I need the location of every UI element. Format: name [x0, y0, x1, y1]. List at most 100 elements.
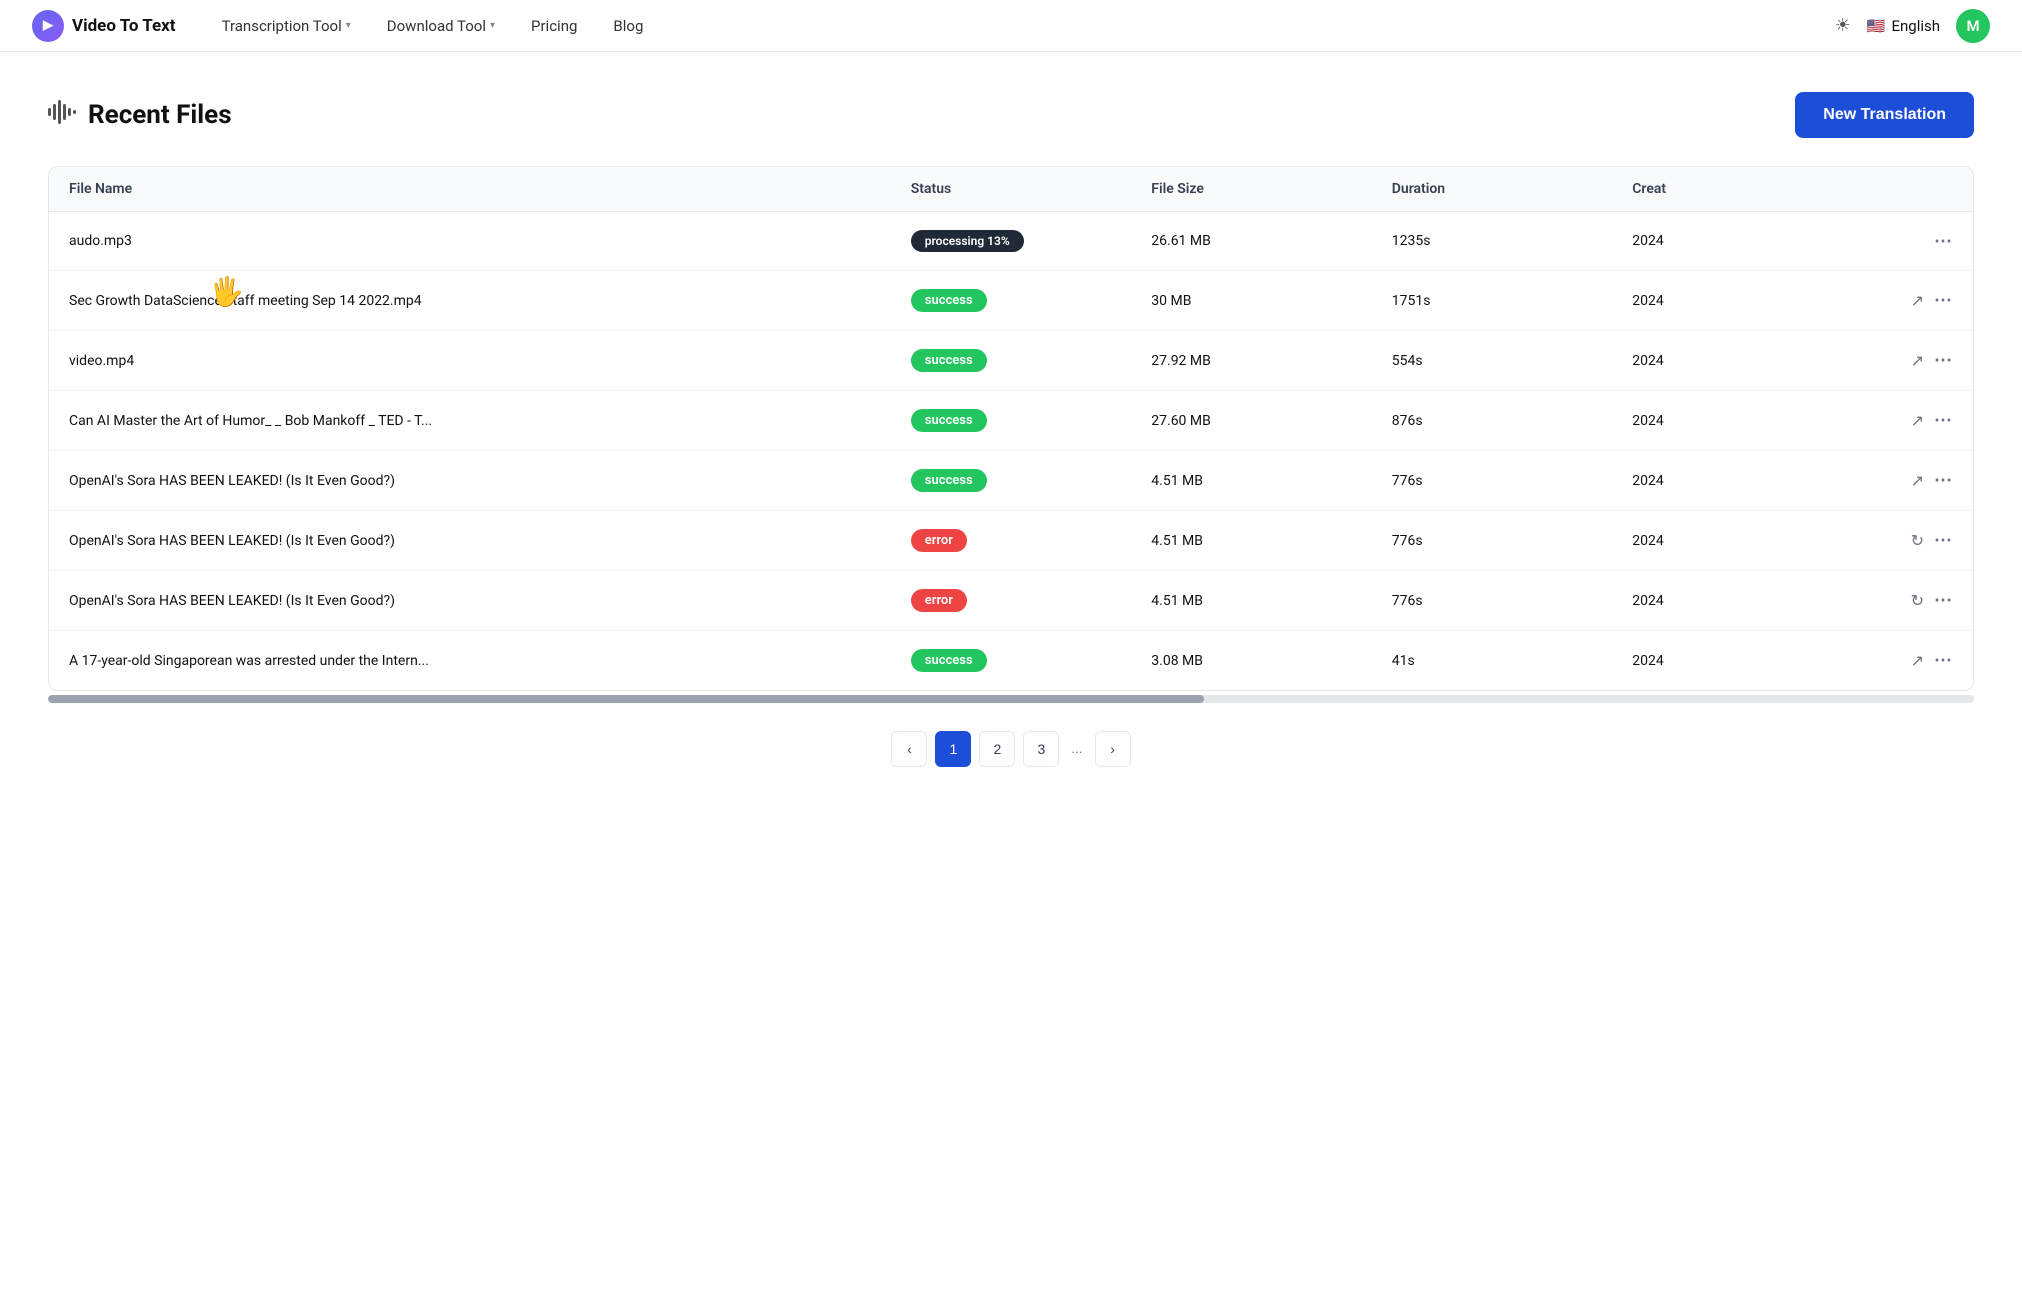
table-row: 🖐Sec Growth DataScience staff meeting Se…: [49, 271, 1973, 331]
open-icon[interactable]: ↗: [1911, 351, 1924, 370]
cell-filesize: 30 MB: [1131, 271, 1372, 331]
more-options-icon[interactable]: ⋯: [1934, 410, 1953, 431]
page-title: Recent Files: [48, 98, 232, 132]
cell-actions: ↗⋯: [1813, 631, 1973, 691]
nav-pricing[interactable]: Pricing: [517, 0, 591, 52]
cell-status: error: [891, 571, 1132, 631]
table-header-row: File Name Status File Size Duration Crea…: [49, 167, 1973, 212]
cell-filesize: 4.51 MB: [1131, 511, 1372, 571]
more-options-icon[interactable]: ⋯: [1934, 650, 1953, 671]
cell-status: processing 13%: [891, 212, 1132, 271]
nav-blog[interactable]: Blog: [599, 0, 657, 52]
cell-status: success: [891, 451, 1132, 511]
cell-actions: ↗⋯: [1813, 451, 1973, 511]
cell-status: success: [891, 391, 1132, 451]
status-badge: processing 13%: [911, 230, 1024, 252]
logo-icon: ▶: [32, 10, 64, 42]
status-badge: error: [911, 589, 967, 612]
cell-actions: ↗⋯: [1813, 271, 1973, 331]
open-icon[interactable]: ↗: [1911, 291, 1924, 310]
cell-status: success: [891, 631, 1132, 691]
cell-created: 2024: [1612, 391, 1812, 451]
cell-created: 2024: [1612, 331, 1812, 391]
pagination-page-1[interactable]: 1: [935, 731, 971, 767]
status-badge: success: [911, 409, 987, 432]
table-row: Can AI Master the Art of Humor_ _ Bob Ma…: [49, 391, 1973, 451]
cell-duration: 776s: [1372, 451, 1613, 511]
cell-duration: 776s: [1372, 571, 1613, 631]
open-icon[interactable]: ↗: [1911, 411, 1924, 430]
status-badge: success: [911, 469, 987, 492]
navbar: ▶ Video To Text Transcription Tool ▾ Dow…: [0, 0, 2022, 52]
status-badge: error: [911, 529, 967, 552]
cell-status: success: [891, 271, 1132, 331]
retry-icon[interactable]: ↻: [1911, 591, 1924, 610]
col-header-created: Creat: [1612, 167, 1812, 212]
cell-filename: Can AI Master the Art of Humor_ _ Bob Ma…: [49, 391, 891, 451]
cell-filename: A 17-year-old Singaporean was arrested u…: [49, 631, 891, 691]
more-options-icon[interactable]: ⋯: [1934, 530, 1953, 551]
pagination-prev[interactable]: ‹: [891, 731, 927, 767]
language-selector[interactable]: 🇺🇸 English: [1867, 17, 1940, 35]
pagination: ‹ 1 2 3 ... ›: [48, 703, 1974, 791]
chevron-down-icon: ▾: [490, 20, 495, 31]
table-row: video.mp4 success 27.92 MB 554s 2024 ↗⋯: [49, 331, 1973, 391]
main-content: Recent Files New Translation File Name S…: [0, 52, 2022, 791]
col-header-filesize: File Size: [1131, 167, 1372, 212]
cell-filename: OpenAI's Sora HAS BEEN LEAKED! (Is It Ev…: [49, 571, 891, 631]
app-logo[interactable]: ▶ Video To Text: [32, 10, 176, 42]
status-badge: success: [911, 349, 987, 372]
cell-created: 2024: [1612, 571, 1812, 631]
files-table: File Name Status File Size Duration Crea…: [49, 167, 1973, 690]
open-icon[interactable]: ↗: [1911, 471, 1924, 490]
flag-icon: 🇺🇸: [1867, 17, 1886, 35]
cell-duration: 776s: [1372, 511, 1613, 571]
horizontal-scrollbar[interactable]: [48, 695, 1974, 703]
app-name: Video To Text: [72, 16, 176, 36]
open-icon[interactable]: ↗: [1911, 651, 1924, 670]
table-row: OpenAI's Sora HAS BEEN LEAKED! (Is It Ev…: [49, 451, 1973, 511]
cell-status: success: [891, 331, 1132, 391]
more-options-icon[interactable]: ⋯: [1934, 590, 1953, 611]
col-header-filename: File Name: [49, 167, 891, 212]
more-options-icon[interactable]: ⋯: [1934, 350, 1953, 371]
new-translation-button[interactable]: New Translation: [1795, 92, 1974, 138]
cell-created: 2024: [1612, 631, 1812, 691]
cell-created: 2024: [1612, 212, 1812, 271]
pagination-next[interactable]: ›: [1095, 731, 1131, 767]
cell-filename: OpenAI's Sora HAS BEEN LEAKED! (Is It Ev…: [49, 511, 891, 571]
cell-filename: 🖐Sec Growth DataScience staff meeting Se…: [49, 271, 891, 331]
cell-duration: 554s: [1372, 331, 1613, 391]
cell-created: 2024: [1612, 271, 1812, 331]
cell-duration: 1235s: [1372, 212, 1613, 271]
theme-toggle[interactable]: ☀: [1835, 15, 1851, 36]
cell-actions: ↻⋯: [1813, 511, 1973, 571]
cell-actions: ↗⋯: [1813, 391, 1973, 451]
cell-filesize: 4.51 MB: [1131, 571, 1372, 631]
pagination-page-2[interactable]: 2: [979, 731, 1015, 767]
user-avatar[interactable]: M: [1956, 9, 1990, 43]
cell-actions: ↗⋯: [1813, 331, 1973, 391]
retry-icon[interactable]: ↻: [1911, 531, 1924, 550]
cell-actions: ⋯: [1813, 212, 1973, 271]
more-options-icon[interactable]: ⋯: [1934, 290, 1953, 311]
nav-transcription-tool[interactable]: Transcription Tool ▾: [208, 0, 365, 52]
pagination-ellipsis: ...: [1067, 741, 1086, 757]
more-options-icon[interactable]: ⋯: [1934, 231, 1953, 252]
cell-filesize: 26.61 MB: [1131, 212, 1372, 271]
col-header-duration: Duration: [1372, 167, 1613, 212]
cell-created: 2024: [1612, 451, 1812, 511]
cell-filename: video.mp4: [49, 331, 891, 391]
scrollbar-thumb: [48, 695, 1204, 703]
nav-right: ☀ 🇺🇸 English M: [1835, 9, 1990, 43]
status-badge: success: [911, 289, 987, 312]
nav-download-tool[interactable]: Download Tool ▾: [373, 0, 509, 52]
more-options-icon[interactable]: ⋯: [1934, 470, 1953, 491]
page-header: Recent Files New Translation: [48, 92, 1974, 138]
table-row: A 17-year-old Singaporean was arrested u…: [49, 631, 1973, 691]
cell-filesize: 27.92 MB: [1131, 331, 1372, 391]
cell-filename: audo.mp3: [49, 212, 891, 271]
cell-status: error: [891, 511, 1132, 571]
pagination-page-3[interactable]: 3: [1023, 731, 1059, 767]
files-table-container: File Name Status File Size Duration Crea…: [48, 166, 1974, 691]
